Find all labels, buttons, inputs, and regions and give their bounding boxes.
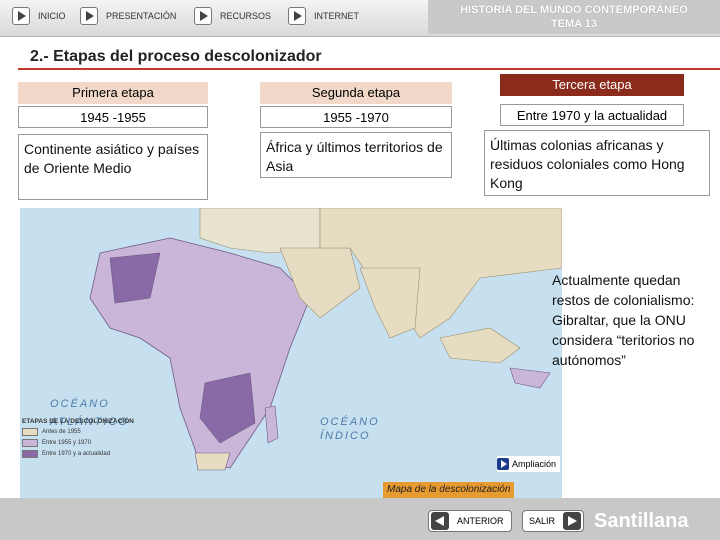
- section-divider: [18, 68, 720, 70]
- stage-1-description: Continente asiático y países de Oriente …: [18, 134, 208, 200]
- play-arrow-icon: [12, 7, 30, 25]
- course-title-line1: HISTORIA DEL MUNDO CONTEMPORÁNEO: [460, 4, 688, 16]
- nav-presentacion-label: PRESENTACIÓN: [106, 11, 177, 21]
- anterior-label: ANTERIOR: [457, 516, 504, 526]
- legend-swatch: [22, 450, 38, 458]
- salir-button[interactable]: SALIR: [522, 510, 584, 532]
- legend-label: Antes de 1955: [42, 429, 81, 435]
- arrow-left-icon: [431, 512, 449, 530]
- play-arrow-icon: [288, 7, 306, 25]
- legend-swatch: [22, 439, 38, 447]
- brand-logo: Santillana: [594, 510, 689, 532]
- stage-2-description: África y últimos territorios de Asia: [260, 132, 452, 178]
- top-navigation-bar: INICIO PRESENTACIÓN RECURSOS INTERNET HI…: [0, 0, 720, 37]
- stage-1-header: Primera etapa: [18, 82, 208, 104]
- map-caption: Mapa de la descolonización: [383, 482, 515, 498]
- legend-item: Antes de 1955: [22, 428, 134, 436]
- play-arrow-icon: [80, 7, 98, 25]
- indian-ocean-label-1: OCÉANO: [320, 416, 380, 428]
- nav-internet-button[interactable]: INTERNET: [288, 4, 363, 28]
- nav-internet-label: INTERNET: [314, 11, 359, 21]
- stage-3-header: Tercera etapa: [500, 74, 684, 96]
- stage-2-dates: 1955 -1970: [260, 106, 452, 128]
- ampliacion-button[interactable]: Ampliación: [497, 456, 561, 472]
- stage-3-dates: Entre 1970 y la actualidad: [500, 104, 684, 126]
- nav-presentacion-button[interactable]: PRESENTACIÓN: [80, 4, 180, 28]
- nav-inicio-button[interactable]: INICIO: [12, 4, 70, 28]
- map-legend: ETAPAS DE LA DESCOLONIZACIÓN Antes de 19…: [22, 418, 134, 461]
- colonialism-note: Actualmente quedan restos de colonialism…: [552, 272, 695, 368]
- stage-1-dates: 1945 -1955: [18, 106, 208, 128]
- stage-3-description: Últimas colonias africanas y residuos co…: [484, 130, 710, 196]
- indian-ocean-label-2: ÍNDICO: [320, 430, 371, 442]
- course-title-line2: TEMA 13: [550, 18, 598, 30]
- section-title: 2.- Etapas del proceso descolonizador: [30, 48, 322, 65]
- nav-recursos-label: RECURSOS: [220, 11, 272, 21]
- legend-label: Entre 1955 y 1970: [42, 440, 92, 446]
- play-arrow-icon: [194, 7, 212, 25]
- course-title: HISTORIA DEL MUNDO CONTEMPORÁNEO TEMA 13: [428, 0, 720, 34]
- ampliacion-label: Ampliación: [512, 459, 557, 469]
- stage-2-header: Segunda etapa: [260, 82, 452, 104]
- legend-item: Entre 1970 y a actualidad: [22, 450, 134, 458]
- atlantic-ocean-label-1: OCÉANO: [50, 398, 110, 410]
- nav-inicio-label: INICIO: [38, 11, 66, 21]
- legend-item: Entre 1955 y 1970: [22, 439, 134, 447]
- legend-label: Entre 1970 y a actualidad: [42, 451, 111, 457]
- legend-title: ETAPAS DE LA DESCOLONIZACIÓN: [22, 418, 134, 425]
- anterior-button[interactable]: ANTERIOR: [428, 510, 512, 532]
- nav-recursos-button[interactable]: RECURSOS: [194, 4, 275, 28]
- salir-label: SALIR: [529, 516, 556, 526]
- arrow-right-icon: [563, 512, 581, 530]
- legend-swatch: [22, 428, 38, 436]
- play-arrow-icon: [497, 458, 509, 470]
